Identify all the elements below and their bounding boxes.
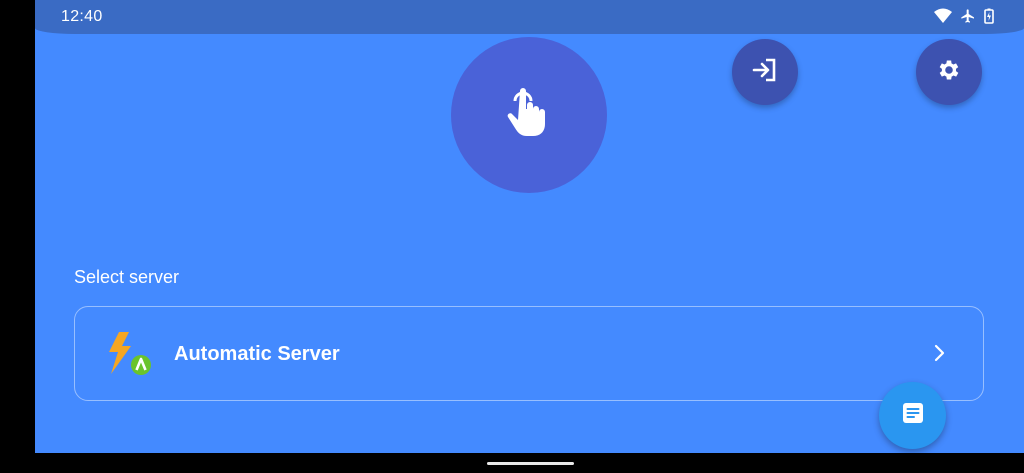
server-name: Automatic Server [174, 343, 340, 365]
settings-button[interactable] [916, 39, 982, 105]
app-screen: 12:40 Select server Automatic Server [35, 0, 1024, 453]
document-notes-icon [901, 401, 925, 430]
select-server-label: Select server [74, 267, 180, 287]
tap-hand-icon [507, 87, 551, 144]
log-button[interactable] [879, 382, 946, 449]
status-icons [934, 8, 994, 24]
wifi-icon [934, 8, 952, 24]
login-arrow-icon [752, 58, 778, 87]
status-bar: 12:40 [35, 0, 1024, 34]
lightning-auto-icon [105, 330, 153, 378]
airplane-mode-icon [960, 8, 976, 24]
battery-charging-icon [984, 8, 994, 24]
login-button[interactable] [732, 39, 798, 105]
gear-icon [936, 57, 962, 88]
gesture-nav-handle[interactable] [487, 462, 574, 465]
chevron-right-icon [933, 344, 945, 367]
server-selector[interactable]: Automatic Server [74, 306, 984, 401]
connect-button[interactable] [451, 37, 607, 193]
status-time: 12:40 [61, 8, 103, 25]
